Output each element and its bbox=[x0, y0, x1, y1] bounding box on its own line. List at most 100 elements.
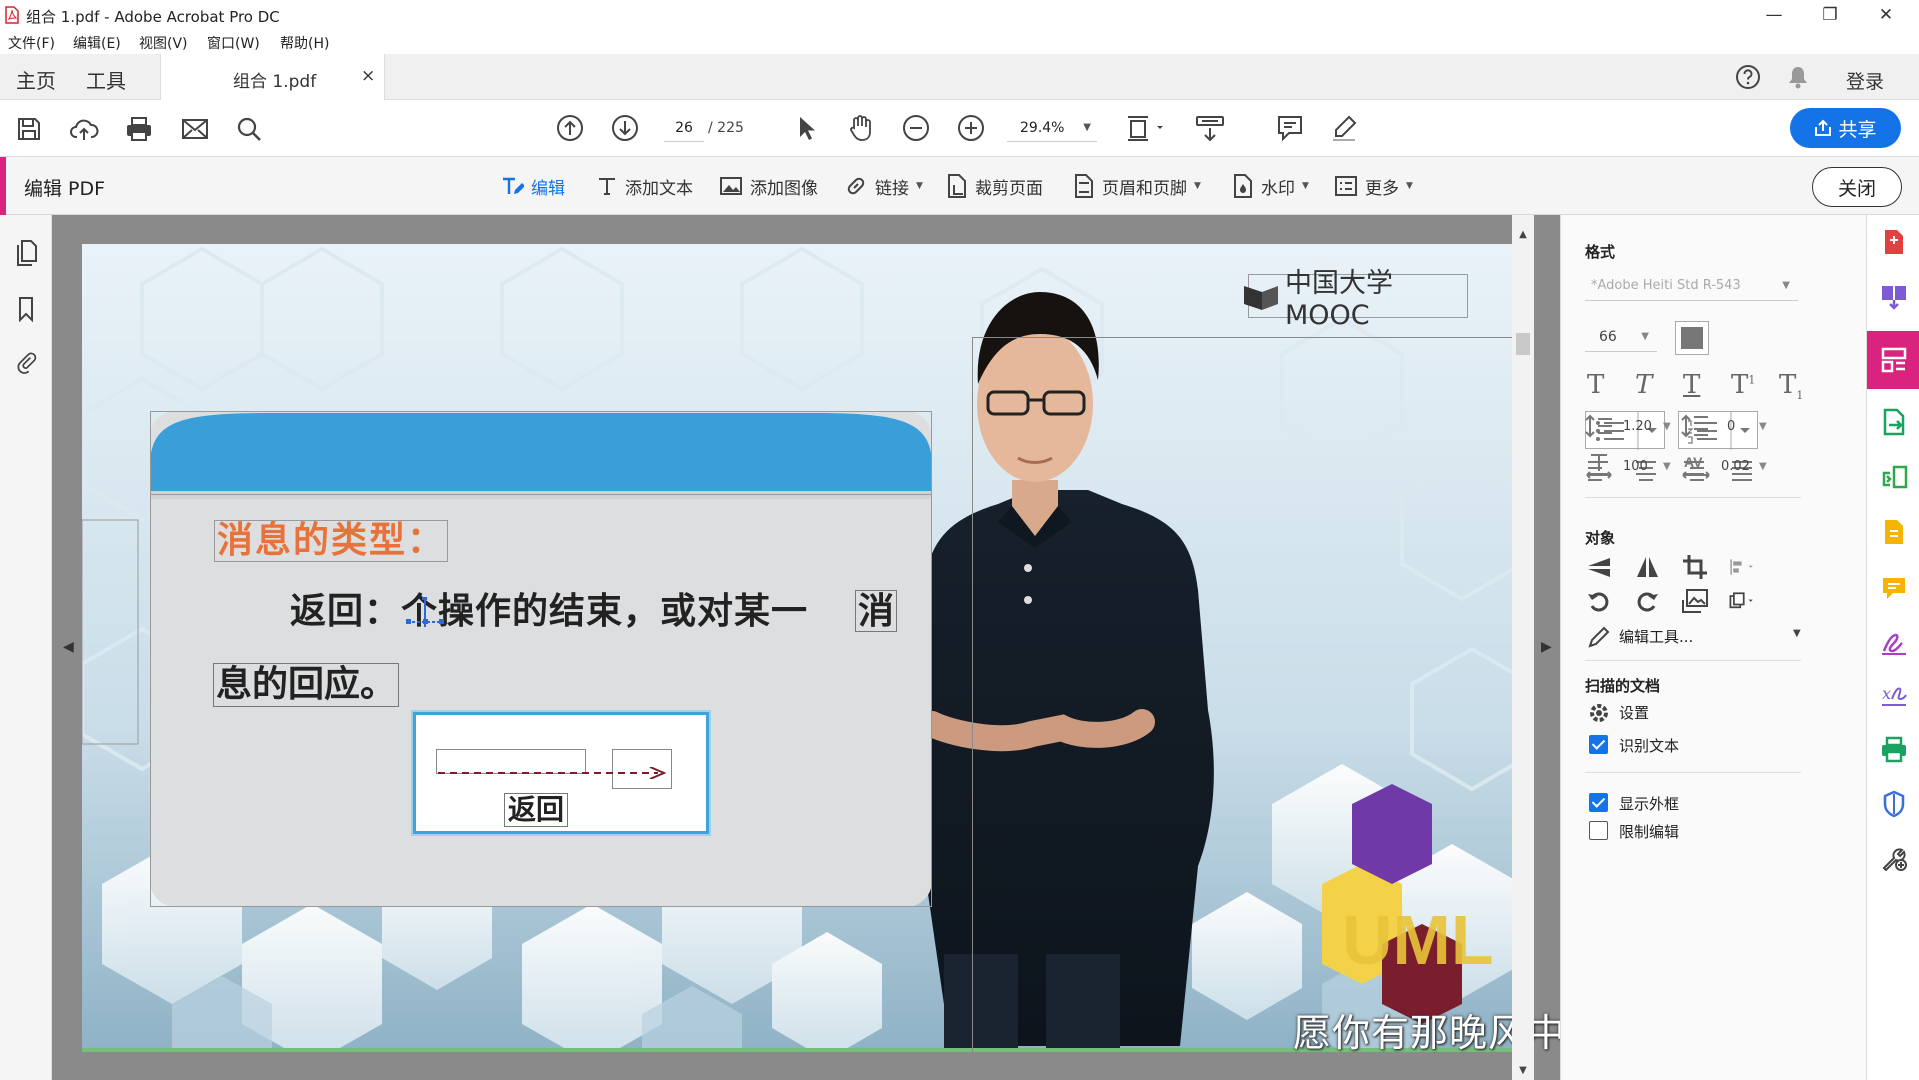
comment-tool-icon[interactable] bbox=[1879, 517, 1909, 547]
show-bounding-box-checkbox[interactable] bbox=[1589, 793, 1608, 812]
scroll-up-icon[interactable]: ▲ bbox=[1514, 227, 1532, 241]
chevron-down-icon[interactable]: ▼ bbox=[1793, 628, 1801, 639]
login-link[interactable]: 登录 bbox=[1846, 67, 1884, 94]
attachment-paperclip-icon[interactable] bbox=[12, 347, 40, 379]
flip-horizontal-icon[interactable] bbox=[1633, 553, 1661, 581]
export-pdf-icon[interactable] bbox=[1879, 407, 1909, 437]
horizontal-scale-value[interactable]: 100 bbox=[1623, 459, 1648, 474]
text-underline-icon[interactable]: T bbox=[1683, 370, 1700, 400]
chevron-down-icon[interactable]: ▼ bbox=[1759, 461, 1767, 472]
link-tool[interactable]: 链接 ▼ bbox=[844, 157, 923, 215]
align-objects-icon[interactable] bbox=[1729, 553, 1757, 581]
menu-view[interactable]: 视图(V) bbox=[139, 33, 188, 53]
share-icon bbox=[1814, 119, 1832, 137]
chevron-down-icon[interactable]: ▼ bbox=[1759, 421, 1767, 432]
rotate-clockwise-icon[interactable] bbox=[1633, 587, 1661, 615]
highlight-pen-icon[interactable] bbox=[1329, 113, 1359, 143]
text-superscript-icon[interactable]: T1 bbox=[1731, 370, 1755, 400]
zoom-out-icon[interactable] bbox=[901, 113, 931, 143]
chevron-down-icon[interactable]: ▼ bbox=[1663, 421, 1671, 432]
font-family-select[interactable]: *Adobe Heiti Std R-543 ▼ bbox=[1585, 271, 1798, 301]
scroll-down-icon[interactable]: ▼ bbox=[1514, 1063, 1532, 1077]
edit-tools-label[interactable]: 编辑工具... bbox=[1619, 626, 1693, 647]
collapse-left-panel-icon[interactable]: ◀ bbox=[63, 639, 74, 655]
edit-pdf-icon[interactable] bbox=[1879, 345, 1909, 375]
menu-file[interactable]: 文件(F) bbox=[8, 33, 55, 53]
text-subscript-icon[interactable]: T1 bbox=[1779, 370, 1803, 402]
comment-bubble-icon[interactable] bbox=[1879, 573, 1909, 603]
edit-tools-pencil-icon[interactable] bbox=[1585, 623, 1613, 651]
more-tool[interactable]: 更多 ▼ bbox=[1334, 157, 1413, 215]
recognize-text-checkbox[interactable] bbox=[1589, 735, 1608, 754]
bookmark-icon[interactable] bbox=[12, 293, 40, 325]
restore-button[interactable]: ❐ bbox=[1802, 0, 1858, 30]
print-production-icon[interactable] bbox=[1879, 735, 1909, 765]
tab-home[interactable]: 主页 bbox=[16, 65, 56, 94]
line-spacing-value[interactable]: 1.20 bbox=[1623, 419, 1652, 434]
next-page-icon[interactable] bbox=[610, 113, 640, 143]
tab-document[interactable]: 组合 1.pdf × bbox=[160, 54, 385, 100]
menu-help[interactable]: 帮助(H) bbox=[280, 33, 329, 53]
upload-cloud-icon[interactable] bbox=[68, 114, 100, 144]
minimize-button[interactable]: — bbox=[1746, 0, 1802, 30]
organize-pages-icon[interactable] bbox=[1879, 463, 1909, 493]
header-footer-tool[interactable]: 页眉和页脚 ▼ bbox=[1073, 157, 1201, 215]
fill-sign-icon[interactable] bbox=[1879, 627, 1909, 657]
settings-gear-icon[interactable] bbox=[1585, 699, 1613, 727]
read-mode-icon[interactable] bbox=[1193, 113, 1227, 143]
save-icon[interactable] bbox=[14, 114, 44, 144]
add-image-tool[interactable]: 添加图像 bbox=[719, 157, 818, 215]
tab-tools[interactable]: 工具 bbox=[86, 65, 126, 94]
text-normal-icon[interactable]: T bbox=[1587, 370, 1604, 400]
chevron-down-icon[interactable]: ▼ bbox=[1663, 461, 1671, 472]
settings-label[interactable]: 设置 bbox=[1619, 702, 1649, 723]
close-edit-button[interactable]: 关闭 bbox=[1812, 167, 1902, 207]
close-window-button[interactable]: ✕ bbox=[1858, 0, 1914, 30]
page-thumbnails-icon[interactable] bbox=[12, 237, 40, 269]
hand-tool-icon[interactable] bbox=[846, 113, 876, 143]
zoom-in-icon[interactable] bbox=[956, 113, 986, 143]
protect-shield-icon[interactable] bbox=[1879, 789, 1909, 819]
page-fit-icon[interactable] bbox=[1124, 113, 1168, 143]
font-size-select[interactable]: 66 ▼ bbox=[1585, 322, 1657, 352]
email-icon[interactable] bbox=[180, 114, 210, 144]
create-pdf-icon[interactable] bbox=[1879, 227, 1909, 257]
restrict-editing-checkbox[interactable] bbox=[1589, 821, 1608, 840]
recognize-text-label: 识别文本 bbox=[1619, 737, 1680, 755]
menu-window[interactable]: 窗口(W) bbox=[207, 33, 260, 53]
search-icon[interactable] bbox=[234, 114, 264, 144]
zoom-level-select[interactable]: 29.4% ▼ bbox=[1007, 114, 1097, 142]
paragraph-spacing-value[interactable]: 0 bbox=[1727, 419, 1735, 434]
scrollbar-thumb[interactable] bbox=[1516, 333, 1530, 355]
text-color-swatch[interactable] bbox=[1675, 321, 1709, 355]
edit-tool[interactable]: 编辑 bbox=[500, 157, 565, 215]
menu-edit[interactable]: 编辑(E) bbox=[73, 33, 121, 53]
video-image-frame[interactable] bbox=[972, 337, 1516, 1055]
text-italic-icon[interactable]: T bbox=[1635, 370, 1652, 400]
select-cursor-icon[interactable] bbox=[793, 113, 821, 143]
watermark-tool[interactable]: 水印 ▼ bbox=[1232, 157, 1309, 215]
crop-page-tool[interactable]: 裁剪页面 bbox=[946, 157, 1043, 215]
flip-vertical-icon[interactable] bbox=[1585, 553, 1613, 581]
previous-page-icon[interactable] bbox=[555, 113, 585, 143]
print-icon[interactable] bbox=[124, 114, 154, 144]
add-text-tool[interactable]: 添加文本 bbox=[596, 157, 693, 215]
vertical-scrollbar[interactable]: ▲ ▼ bbox=[1512, 215, 1534, 1080]
crop-icon[interactable] bbox=[1681, 553, 1709, 581]
page-number-input[interactable]: 26 bbox=[664, 114, 704, 142]
share-button[interactable]: 共享 bbox=[1790, 108, 1901, 148]
character-spacing-value[interactable]: 0.02 bbox=[1721, 459, 1750, 474]
rotate-counterclockwise-icon[interactable] bbox=[1585, 587, 1613, 615]
expand-right-panel-icon[interactable]: ▶ bbox=[1541, 639, 1552, 655]
share-label: 共享 bbox=[1838, 118, 1877, 141]
combine-files-icon[interactable] bbox=[1879, 281, 1909, 311]
more-tools-wrench-icon[interactable] bbox=[1879, 843, 1909, 873]
comment-icon[interactable] bbox=[1275, 113, 1305, 143]
close-tab-button[interactable]: × bbox=[361, 66, 375, 86]
help-icon[interactable] bbox=[1735, 64, 1761, 90]
arrange-objects-icon[interactable] bbox=[1729, 587, 1757, 615]
request-signature-icon[interactable]: x bbox=[1879, 681, 1909, 711]
edit-bar-accent bbox=[0, 157, 6, 215]
replace-image-icon[interactable] bbox=[1681, 587, 1709, 615]
notification-bell-icon[interactable] bbox=[1786, 64, 1810, 90]
